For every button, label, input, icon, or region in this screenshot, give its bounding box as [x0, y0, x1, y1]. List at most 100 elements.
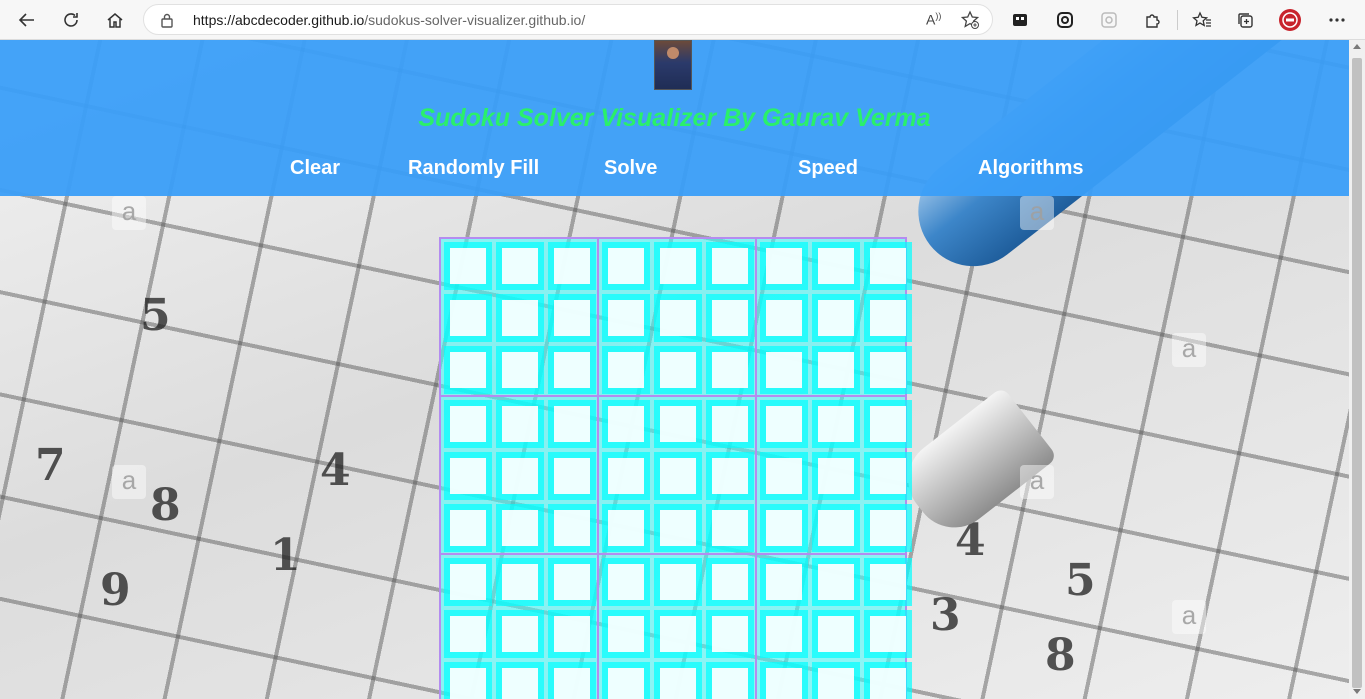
sudoku-cell[interactable] — [602, 610, 650, 658]
sudoku-cell-input[interactable] — [608, 616, 644, 652]
sudoku-cell-input[interactable] — [818, 300, 854, 336]
sudoku-cell[interactable] — [496, 504, 544, 552]
sudoku-cell-input[interactable] — [712, 564, 748, 600]
sudoku-cell[interactable] — [496, 400, 544, 448]
sudoku-cell-input[interactable] — [818, 248, 854, 284]
sudoku-cell-input[interactable] — [818, 406, 854, 442]
sudoku-cell-input[interactable] — [712, 458, 748, 494]
sudoku-cell-input[interactable] — [766, 248, 802, 284]
sudoku-cell[interactable] — [548, 662, 596, 699]
sudoku-cell[interactable] — [444, 452, 492, 500]
scrollbar-thumb[interactable] — [1352, 58, 1362, 688]
sudoku-cell-input[interactable] — [660, 352, 696, 388]
sudoku-cell-input[interactable] — [818, 564, 854, 600]
sudoku-cell[interactable] — [548, 610, 596, 658]
sudoku-cell-input[interactable] — [712, 300, 748, 336]
sudoku-cell-input[interactable] — [608, 406, 644, 442]
sudoku-cell-input[interactable] — [554, 668, 590, 699]
sudoku-cell-input[interactable] — [660, 616, 696, 652]
sudoku-cell-input[interactable] — [660, 406, 696, 442]
scroll-up-icon[interactable] — [1353, 44, 1361, 49]
sudoku-cell-input[interactable] — [554, 248, 590, 284]
sudoku-cell-input[interactable] — [502, 510, 538, 546]
sudoku-cell-input[interactable] — [450, 458, 486, 494]
sudoku-cell[interactable] — [706, 662, 754, 699]
sudoku-cell[interactable] — [706, 610, 754, 658]
page-scrollbar[interactable] — [1349, 40, 1365, 699]
sudoku-cell[interactable] — [760, 558, 808, 606]
sudoku-cell-input[interactable] — [818, 352, 854, 388]
sudoku-cell[interactable] — [654, 346, 702, 394]
sudoku-cell-input[interactable] — [766, 406, 802, 442]
sudoku-cell[interactable] — [654, 294, 702, 342]
sudoku-cell-input[interactable] — [660, 564, 696, 600]
sudoku-cell-input[interactable] — [712, 248, 748, 284]
sudoku-cell[interactable] — [812, 452, 860, 500]
sudoku-cell[interactable] — [602, 558, 650, 606]
sudoku-cell-input[interactable] — [502, 300, 538, 336]
sudoku-cell-input[interactable] — [502, 352, 538, 388]
sudoku-cell-input[interactable] — [766, 668, 802, 699]
sudoku-cell[interactable] — [496, 558, 544, 606]
sudoku-cell[interactable] — [812, 346, 860, 394]
sudoku-cell[interactable] — [602, 452, 650, 500]
sudoku-cell[interactable] — [548, 400, 596, 448]
sudoku-cell-input[interactable] — [608, 668, 644, 699]
sudoku-cell[interactable] — [760, 452, 808, 500]
sudoku-cell[interactable] — [602, 662, 650, 699]
sudoku-cell[interactable] — [444, 558, 492, 606]
read-aloud-icon[interactable]: A)) — [926, 11, 941, 28]
add-favorite-icon[interactable] — [960, 10, 980, 35]
sudoku-cell[interactable] — [654, 400, 702, 448]
sudoku-cell[interactable] — [496, 294, 544, 342]
sudoku-cell[interactable] — [654, 662, 702, 699]
sudoku-cell-input[interactable] — [450, 616, 486, 652]
sudoku-cell-input[interactable] — [554, 616, 590, 652]
sudoku-cell[interactable] — [654, 558, 702, 606]
clear-button[interactable]: Clear — [290, 157, 340, 180]
sudoku-cell[interactable] — [444, 610, 492, 658]
sudoku-cell-input[interactable] — [608, 300, 644, 336]
sudoku-cell[interactable] — [812, 504, 860, 552]
sudoku-cell-input[interactable] — [660, 300, 696, 336]
sudoku-cell[interactable] — [706, 294, 754, 342]
sudoku-cell-input[interactable] — [712, 352, 748, 388]
sudoku-cell[interactable] — [602, 346, 650, 394]
sudoku-cell[interactable] — [548, 504, 596, 552]
sudoku-cell-input[interactable] — [502, 248, 538, 284]
puzzle-icon[interactable] — [1141, 8, 1165, 32]
sudoku-cell-input[interactable] — [450, 300, 486, 336]
sudoku-cell[interactable] — [706, 558, 754, 606]
sudoku-cell-input[interactable] — [554, 406, 590, 442]
sudoku-cell[interactable] — [760, 294, 808, 342]
sudoku-cell[interactable] — [444, 346, 492, 394]
sudoku-cell-input[interactable] — [712, 668, 748, 699]
sudoku-cell[interactable] — [706, 504, 754, 552]
sudoku-cell-input[interactable] — [766, 510, 802, 546]
sudoku-cell-input[interactable] — [450, 352, 486, 388]
sudoku-cell-input[interactable] — [502, 458, 538, 494]
sudoku-cell[interactable] — [654, 504, 702, 552]
profile-icon[interactable] — [1278, 8, 1302, 32]
sudoku-cell-input[interactable] — [554, 352, 590, 388]
sudoku-cell-input[interactable] — [502, 668, 538, 699]
sudoku-cell[interactable] — [548, 294, 596, 342]
sync-icon[interactable] — [1053, 8, 1077, 32]
sudoku-cell[interactable] — [654, 242, 702, 290]
speed-dropdown[interactable]: Speed — [798, 157, 858, 180]
sudoku-cell[interactable] — [760, 346, 808, 394]
sudoku-cell[interactable] — [654, 452, 702, 500]
sudoku-cell[interactable] — [864, 242, 912, 290]
sudoku-cell[interactable] — [548, 242, 596, 290]
sudoku-cell-input[interactable] — [502, 564, 538, 600]
sudoku-cell[interactable] — [706, 400, 754, 448]
sudoku-cell[interactable] — [812, 242, 860, 290]
sudoku-cell[interactable] — [864, 452, 912, 500]
sudoku-cell[interactable] — [760, 400, 808, 448]
sudoku-cell-input[interactable] — [766, 564, 802, 600]
sudoku-cell[interactable] — [812, 662, 860, 699]
collections-icon[interactable] — [1233, 8, 1257, 32]
more-icon[interactable] — [1325, 8, 1349, 32]
sudoku-cell[interactable] — [444, 662, 492, 699]
sudoku-cell-input[interactable] — [608, 510, 644, 546]
